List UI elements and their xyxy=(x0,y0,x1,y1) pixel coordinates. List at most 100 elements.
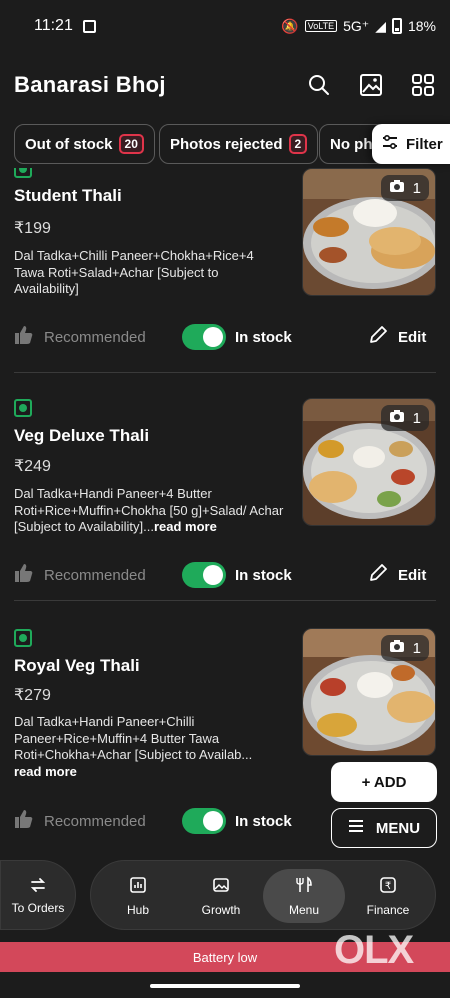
screenshot-notification-icon xyxy=(82,19,96,33)
veg-indicator-icon xyxy=(14,168,32,178)
menu-button-label: MENU xyxy=(375,819,421,837)
item-divider xyxy=(14,600,436,601)
pencil-icon xyxy=(368,563,388,587)
menu-item-card[interactable]: Student Thali ₹199 Dal Tadka+Chilli Pane… xyxy=(0,168,450,390)
nav-growth[interactable]: Growth xyxy=(180,869,262,923)
nav-menu[interactable]: Menu xyxy=(263,869,345,923)
filter-sliders-icon xyxy=(382,134,398,153)
veg-indicator-icon xyxy=(14,629,32,647)
recommended-label: Recommended xyxy=(44,812,146,830)
status-time: 11:21 xyxy=(34,17,73,34)
thumbs-up-icon xyxy=(14,809,34,833)
svg-text:₹: ₹ xyxy=(385,881,391,892)
chart-icon xyxy=(129,876,147,897)
chip-label: Photos rejected xyxy=(170,135,283,153)
bottom-navigation: To Orders Hub Growth Menu ₹ Finance xyxy=(0,860,450,930)
nav-pill: Hub Growth Menu ₹ Finance xyxy=(90,860,436,930)
gallery-icon[interactable] xyxy=(358,72,384,98)
photo-count: 1 xyxy=(412,179,421,197)
camera-icon xyxy=(389,409,405,427)
in-stock-toggle[interactable] xyxy=(182,324,226,350)
nav-hub[interactable]: Hub xyxy=(97,869,179,923)
camera-icon xyxy=(389,639,405,657)
item-description: Dal Tadka+Handi Paneer+4 Butter Roti+Ric… xyxy=(14,486,286,536)
recommended-toggle[interactable]: Recommended xyxy=(14,325,146,349)
nav-label: Growth xyxy=(201,902,241,917)
recommended-label: Recommended xyxy=(44,328,146,346)
pencil-icon xyxy=(368,325,388,349)
in-stock-toggle[interactable] xyxy=(182,562,226,588)
restaurant-title: Banarasi Bhoj xyxy=(14,72,166,97)
menu-items-list: Student Thali ₹199 Dal Tadka+Chilli Pane… xyxy=(0,168,450,858)
photo-count: 1 xyxy=(412,409,421,427)
in-stock-toggle[interactable] xyxy=(182,808,226,834)
filter-button[interactable]: Filter xyxy=(372,124,450,164)
chip-label: Out of stock xyxy=(25,135,113,153)
edit-label: Edit xyxy=(398,566,427,584)
menu-categories-button[interactable]: MENU xyxy=(331,808,437,848)
item-name: Royal Veg Thali xyxy=(14,656,140,675)
item-description: Dal Tadka+Chilli Paneer+Chokha+Rice+4 Ta… xyxy=(14,248,286,298)
chip-count-badge: 20 xyxy=(118,134,144,154)
home-indicator[interactable] xyxy=(150,984,300,988)
battery-percent: 18% xyxy=(407,18,436,34)
image-icon xyxy=(212,876,230,897)
filter-label: Filter xyxy=(406,135,443,153)
chip-photos-rejected[interactable]: Photos rejected 2 xyxy=(159,124,319,164)
grid-icon[interactable] xyxy=(410,72,436,98)
nav-finance[interactable]: ₹ Finance xyxy=(347,869,429,923)
edit-button[interactable]: Edit xyxy=(368,325,426,349)
photo-count-badge: 1 xyxy=(380,635,429,661)
recommended-label: Recommended xyxy=(44,566,146,584)
swap-arrows-icon xyxy=(29,876,47,897)
olx-watermark: OLX xyxy=(334,928,414,972)
item-price: ₹279 xyxy=(14,687,51,704)
add-item-button[interactable]: + ADD xyxy=(331,762,437,802)
recommended-toggle[interactable]: Recommended xyxy=(14,809,146,833)
network-label: 5G⁺ xyxy=(343,17,370,34)
item-description-text: Dal Tadka+Chilli Paneer+Chokha+Rice+4 Ta… xyxy=(14,248,254,296)
item-divider xyxy=(14,372,436,373)
stock-label: In stock xyxy=(235,812,292,830)
nav-label: Hub xyxy=(126,902,149,917)
signal-icon: ◢ xyxy=(375,17,386,34)
recommended-toggle[interactable]: Recommended xyxy=(14,563,146,587)
thumbs-up-icon xyxy=(14,325,34,349)
menu-item-card[interactable]: Veg Deluxe Thali ₹249 Dal Tadka+Handi Pa… xyxy=(0,390,450,620)
item-price: ₹199 xyxy=(14,220,51,237)
item-name: Veg Deluxe Thali xyxy=(14,426,150,445)
camera-icon xyxy=(389,179,405,197)
item-photo[interactable]: 1 xyxy=(302,168,436,296)
chip-count-badge: 2 xyxy=(288,134,308,154)
read-more-link[interactable]: read more xyxy=(154,519,217,534)
nav-label: Finance xyxy=(366,902,410,917)
read-more-link[interactable]: read more xyxy=(14,764,77,779)
item-photo[interactable]: 1 xyxy=(302,628,436,756)
to-orders-button[interactable]: To Orders xyxy=(0,860,76,930)
chip-label: No ph xyxy=(330,135,373,153)
item-description-text: Dal Tadka+Handi Paneer+4 Butter Roti+Ric… xyxy=(14,486,284,534)
fork-knife-icon xyxy=(295,876,313,897)
mute-icon: 🔕 xyxy=(281,17,299,34)
item-description: Dal Tadka+Handi Paneer+Chilli Paneer+Ric… xyxy=(14,714,286,780)
edit-button[interactable]: Edit xyxy=(368,563,426,587)
photo-count-badge: 1 xyxy=(380,405,429,431)
chip-out-of-stock[interactable]: Out of stock 20 xyxy=(14,124,155,164)
nav-label: Menu xyxy=(288,902,320,917)
volte-icon: VoLTE xyxy=(304,20,338,32)
rupee-icon: ₹ xyxy=(379,876,397,897)
status-bar: 11:21 🔕 VoLTE 5G⁺ ◢ 18% xyxy=(0,0,450,52)
to-orders-label: To Orders xyxy=(11,900,65,915)
item-description-text: Dal Tadka+Handi Paneer+Chilli Paneer+Ric… xyxy=(14,714,253,762)
edit-label: Edit xyxy=(398,328,427,346)
hamburger-icon xyxy=(348,819,364,837)
search-icon[interactable] xyxy=(306,72,332,98)
item-actions-row: Recommended In stock Edit xyxy=(0,322,450,352)
item-name: Student Thali xyxy=(14,186,122,205)
item-price: ₹249 xyxy=(14,458,51,475)
photo-count-badge: 1 xyxy=(380,175,429,201)
stock-label: In stock xyxy=(235,566,292,584)
photo-count: 1 xyxy=(412,639,421,657)
item-photo[interactable]: 1 xyxy=(302,398,436,526)
veg-indicator-icon xyxy=(14,399,32,417)
